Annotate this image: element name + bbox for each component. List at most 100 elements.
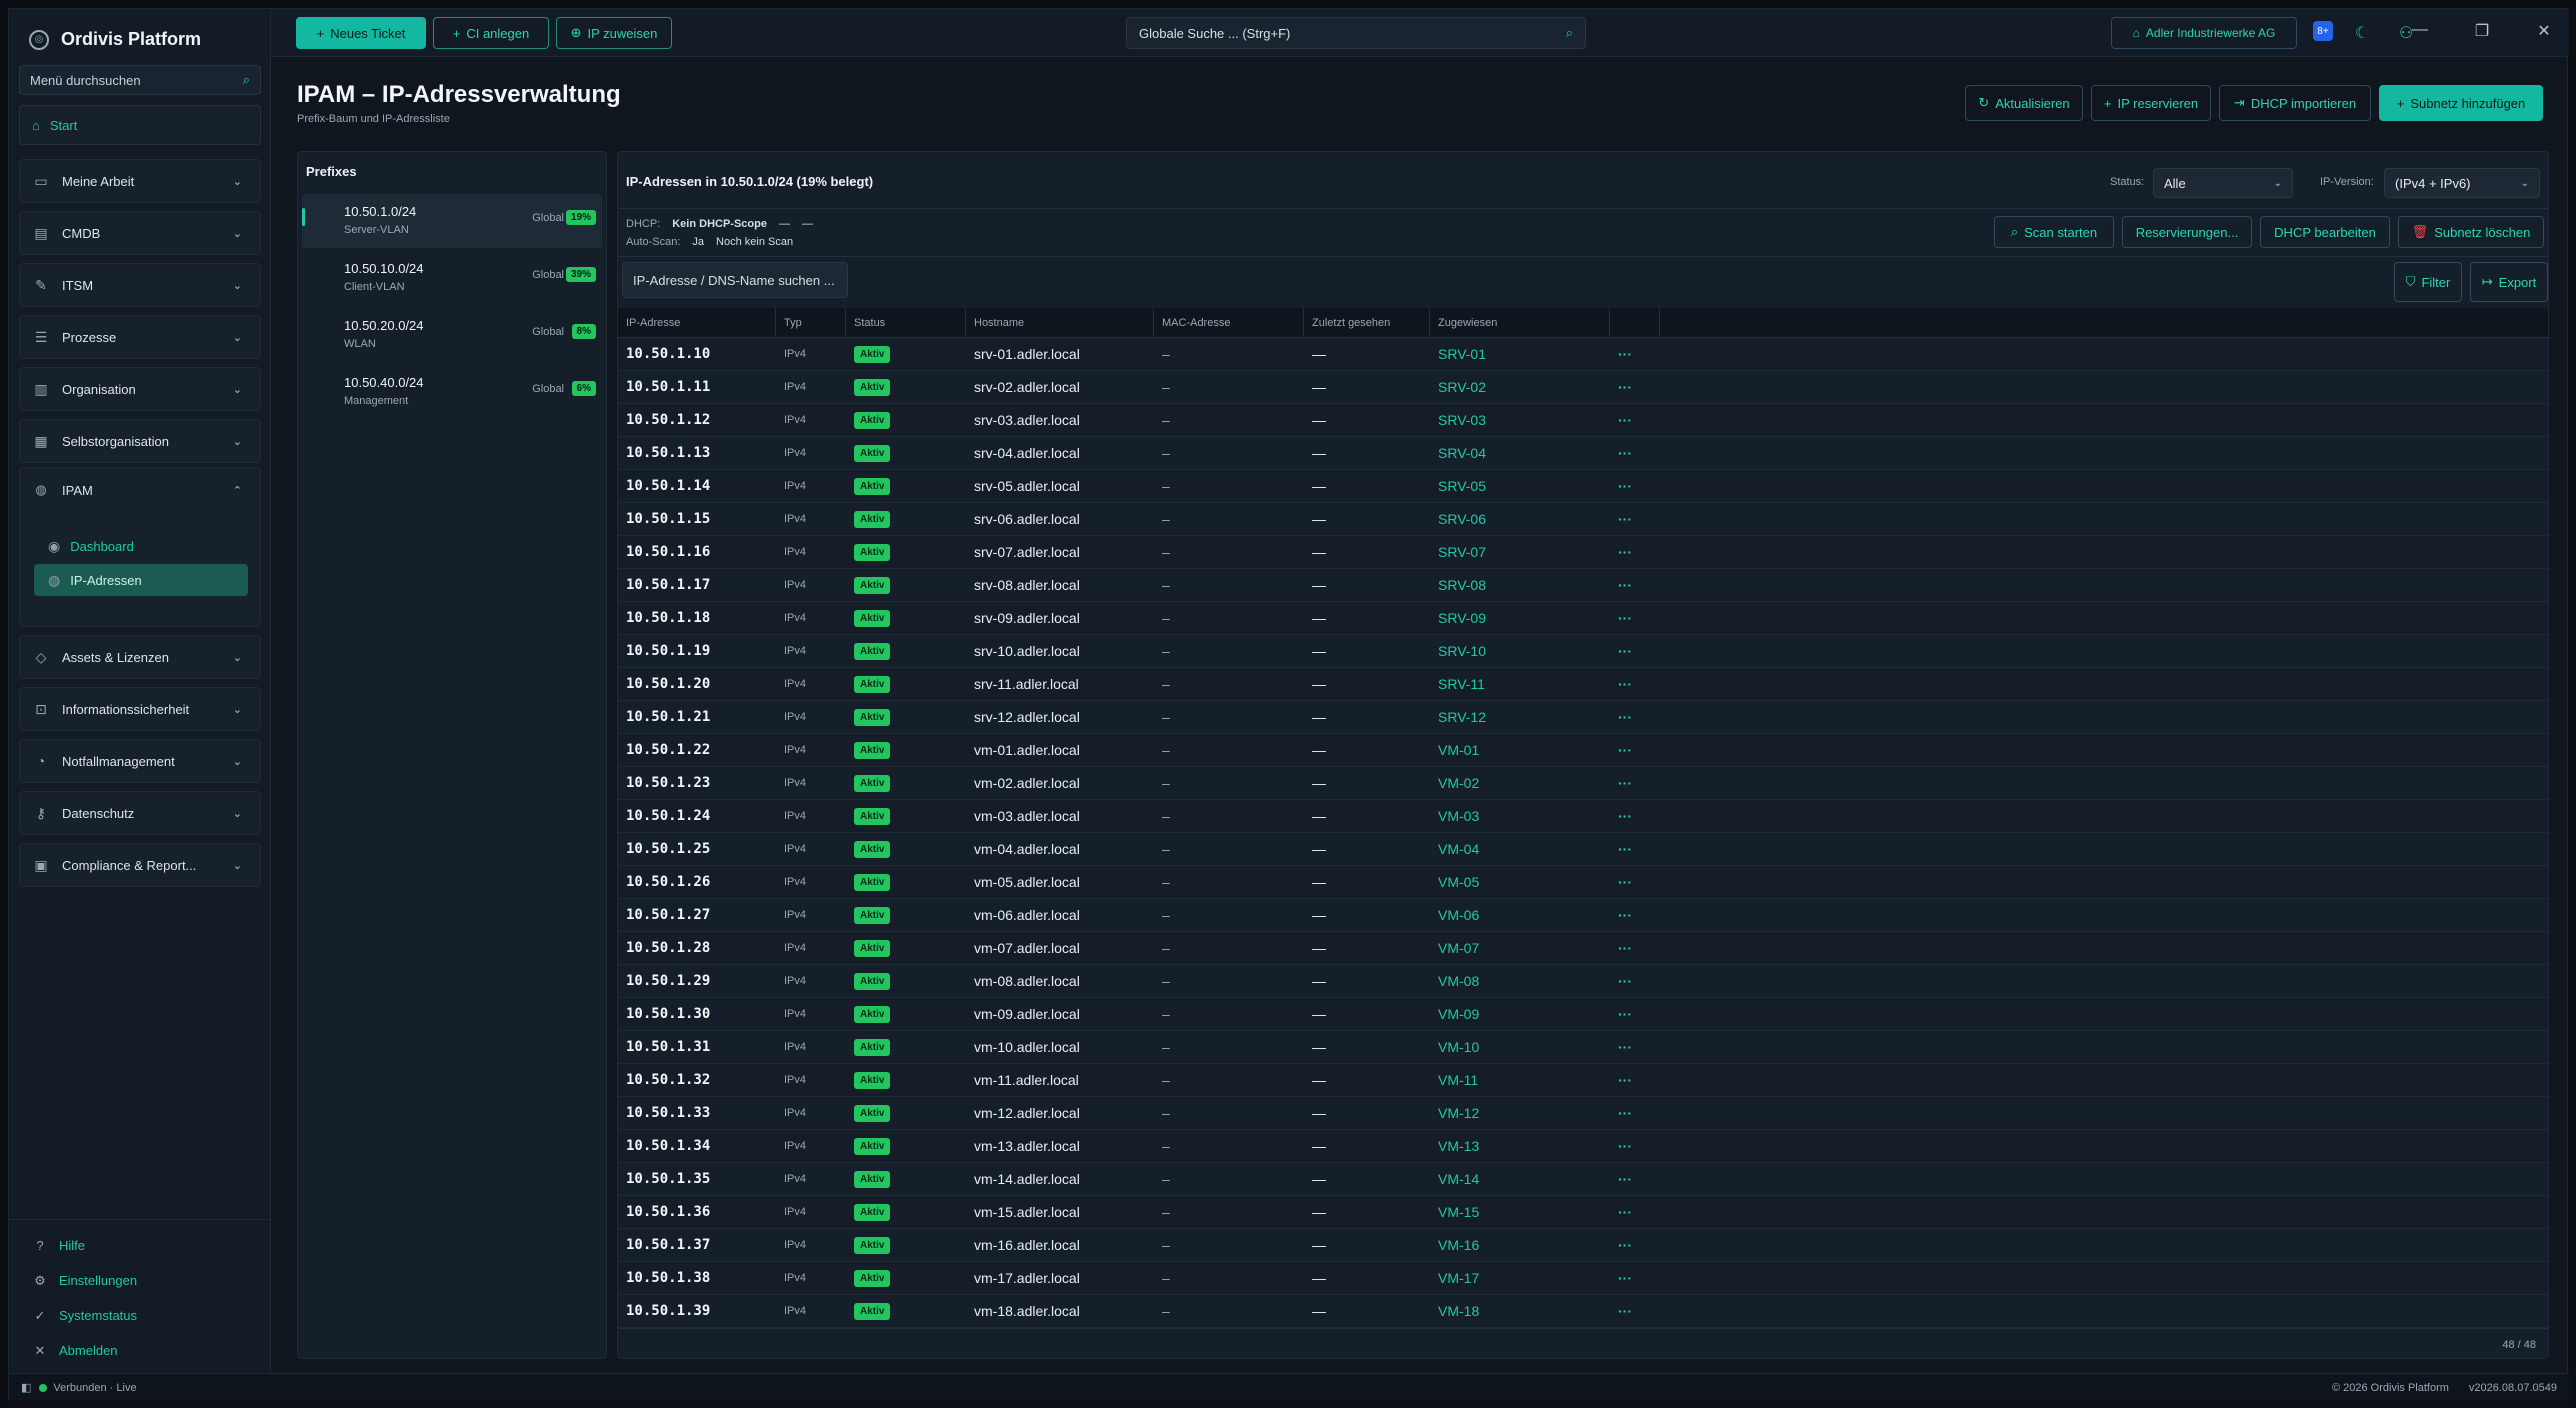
column-header-ip[interactable]: IP-Adresse [618,308,776,337]
row-actions-button[interactable]: ··· [1610,602,1660,635]
column-header-hostname[interactable]: Hostname [966,308,1154,337]
sidebar-link-systemstatus[interactable]: ✓ Systemstatus [9,1298,271,1333]
assigned-cell[interactable]: SRV-03 [1430,404,1610,437]
prefix-item[interactable]: 10.50.10.0/24 Client-VLAN Global 39% [302,251,602,305]
assigned-cell[interactable]: VM-03 [1430,800,1610,833]
restore-icon[interactable]: ❐ [2471,21,2493,41]
sidebar-link-hilfe[interactable]: ? Hilfe [9,1228,271,1263]
table-row[interactable]: 10.50.1.32 IPv4 Aktiv vm-11.adler.local – — VM… [618,1064,2548,1097]
sidebar-item-organisation[interactable]: ▥ Organisation ⌄ [19,367,261,411]
row-actions-button[interactable]: ··· [1610,767,1660,800]
export-button[interactable]: ↦ Export [2470,262,2548,302]
table-row[interactable]: 10.50.1.33 IPv4 Aktiv vm-12.adler.local – — VM… [618,1097,2548,1130]
ip-search-input[interactable]: IP-Adresse / DNS-Name suchen ... [622,262,848,298]
row-actions-button[interactable]: ··· [1610,668,1660,701]
assigned-cell[interactable]: VM-15 [1430,1196,1610,1229]
sidebar-link-einstellungen[interactable]: ⚙ Einstellungen [9,1263,271,1298]
assigned-cell[interactable]: SRV-08 [1430,569,1610,602]
row-actions-button[interactable]: ··· [1610,371,1660,404]
row-actions-button[interactable]: ··· [1610,800,1660,833]
assigned-cell[interactable]: SRV-02 [1430,371,1610,404]
moon-icon[interactable]: ☾ [2355,23,2369,43]
table-row[interactable]: 10.50.1.22 IPv4 Aktiv vm-01.adler.local – — VM… [618,734,2548,767]
row-actions-button[interactable]: ··· [1610,734,1660,767]
table-row[interactable]: 10.50.1.28 IPv4 Aktiv vm-07.adler.local – — VM… [618,932,2548,965]
row-actions-button[interactable]: ··· [1610,536,1660,569]
assigned-cell[interactable]: SRV-11 [1430,668,1610,701]
prefix-item[interactable]: 10.50.40.0/24 Management Global 6% [302,365,602,419]
sidebar-item-cmdb[interactable]: ▤ CMDB ⌄ [19,211,261,255]
table-row[interactable]: 10.50.1.31 IPv4 Aktiv vm-10.adler.local – — VM… [618,1031,2548,1064]
table-row[interactable]: 10.50.1.38 IPv4 Aktiv vm-17.adler.local – — VM… [618,1262,2548,1295]
table-row[interactable]: 10.50.1.19 IPv4 Aktiv srv-10.adler.local – — S… [618,635,2548,668]
row-actions-button[interactable]: ··· [1610,1064,1660,1097]
dhcp-edit-button[interactable]: DHCP bearbeiten [2260,216,2390,248]
assigned-cell[interactable]: VM-10 [1430,1031,1610,1064]
table-row[interactable]: 10.50.1.27 IPv4 Aktiv vm-06.adler.local – — VM… [618,899,2548,932]
create-ci-button[interactable]: + CI anlegen [433,17,549,49]
sidebar-item-informationssicherheit[interactable]: ⊡ Informationssicherheit ⌄ [19,687,261,731]
row-actions-button[interactable]: ··· [1610,1130,1660,1163]
column-header-status[interactable]: Status [846,308,966,337]
table-row[interactable]: 10.50.1.29 IPv4 Aktiv vm-08.adler.local – — VM… [618,965,2548,998]
ip-version-select[interactable]: (IPv4 + IPv6) ⌄ [2384,168,2540,198]
assigned-cell[interactable]: VM-11 [1430,1064,1610,1097]
filter-button[interactable]: ⛉ Filter [2394,262,2462,302]
new-ticket-button[interactable]: + Neues Ticket [296,17,426,49]
sidebar-subitem-dashboard[interactable]: ◉ Dashboard [34,530,248,562]
sidebar-item-assets[interactable]: ◇ Assets & Lizenzen ⌄ [19,635,261,679]
assign-ip-button[interactable]: ⊕ IP zuweisen [556,17,672,49]
assigned-cell[interactable]: VM-06 [1430,899,1610,932]
table-row[interactable]: 10.50.1.36 IPv4 Aktiv vm-15.adler.local – — VM… [618,1196,2548,1229]
table-row[interactable]: 10.50.1.15 IPv4 Aktiv srv-06.adler.local – — S… [618,503,2548,536]
sidebar-item-compliance[interactable]: ▣ Compliance & Report... ⌄ [19,843,261,887]
table-row[interactable]: 10.50.1.25 IPv4 Aktiv vm-04.adler.local – — VM… [618,833,2548,866]
sidebar-item-datenschutz[interactable]: ⚷ Datenschutz ⌄ [19,791,261,835]
delete-subnet-button[interactable]: 🗑 Subnetz löschen [2398,216,2544,248]
table-row[interactable]: 10.50.1.11 IPv4 Aktiv srv-02.adler.local – — S… [618,371,2548,404]
assigned-cell[interactable]: SRV-04 [1430,437,1610,470]
assigned-cell[interactable]: SRV-10 [1430,635,1610,668]
table-row[interactable]: 10.50.1.16 IPv4 Aktiv srv-07.adler.local – — S… [618,536,2548,569]
assigned-cell[interactable]: VM-17 [1430,1262,1610,1295]
table-row[interactable]: 10.50.1.14 IPv4 Aktiv srv-05.adler.local – — S… [618,470,2548,503]
assigned-cell[interactable]: VM-07 [1430,932,1610,965]
row-actions-button[interactable]: ··· [1610,965,1660,998]
column-header-mac[interactable]: MAC-Adresse [1154,308,1304,337]
assigned-cell[interactable]: VM-08 [1430,965,1610,998]
assigned-cell[interactable]: VM-05 [1430,866,1610,899]
row-actions-button[interactable]: ··· [1610,833,1660,866]
sidebar-item-start[interactable]: ⌂ Start [19,105,261,145]
assigned-cell[interactable]: SRV-07 [1430,536,1610,569]
row-actions-button[interactable]: ··· [1610,635,1660,668]
add-subnet-button[interactable]: + Subnetz hinzufügen [2379,85,2543,121]
row-actions-button[interactable]: ··· [1610,701,1660,734]
status-filter-select[interactable]: Alle ⌄ [2153,168,2293,198]
column-header-typ[interactable]: Typ [776,308,846,337]
row-actions-button[interactable]: ··· [1610,404,1660,437]
scan-start-button[interactable]: ⌕ Scan starten [1994,216,2114,248]
row-actions-button[interactable]: ··· [1610,1031,1660,1064]
assigned-cell[interactable]: VM-13 [1430,1130,1610,1163]
global-search-input[interactable]: Globale Suche ... (Strg+F) ⌕ [1126,17,1586,49]
minimize-icon[interactable]: — [2409,21,2431,41]
row-actions-button[interactable]: ··· [1610,470,1660,503]
sidebar-item-itsm[interactable]: ✎ ITSM ⌄ [19,263,261,307]
dhcp-import-button[interactable]: ⇥ DHCP importieren [2219,85,2371,121]
sidebar-subitem-ip-adressen[interactable]: ◍ IP-Adressen [34,564,248,596]
assigned-cell[interactable]: SRV-12 [1430,701,1610,734]
table-row[interactable]: 10.50.1.20 IPv4 Aktiv srv-11.adler.local – — S… [618,668,2548,701]
column-header-assigned[interactable]: Zugewiesen [1430,308,1610,337]
column-header-last-seen[interactable]: Zuletzt gesehen [1304,308,1430,337]
prefix-item[interactable]: 10.50.1.0/24 Server-VLAN Global 19% [302,194,602,248]
table-row[interactable]: 10.50.1.21 IPv4 Aktiv srv-12.adler.local – — S… [618,701,2548,734]
assigned-cell[interactable]: SRV-06 [1430,503,1610,536]
table-row[interactable]: 10.50.1.23 IPv4 Aktiv vm-02.adler.local – — VM… [618,767,2548,800]
assigned-cell[interactable]: VM-09 [1430,998,1610,1031]
menu-search-input[interactable]: Menü durchsuchen ⌕ [19,65,261,95]
assigned-cell[interactable]: VM-12 [1430,1097,1610,1130]
table-row[interactable]: 10.50.1.12 IPv4 Aktiv srv-03.adler.local – — S… [618,404,2548,437]
sidebar-item-selbstorganisation[interactable]: ▦ Selbstorganisation ⌄ [19,419,261,463]
table-row[interactable]: 10.50.1.26 IPv4 Aktiv vm-05.adler.local – — VM… [618,866,2548,899]
row-actions-button[interactable]: ··· [1610,437,1660,470]
